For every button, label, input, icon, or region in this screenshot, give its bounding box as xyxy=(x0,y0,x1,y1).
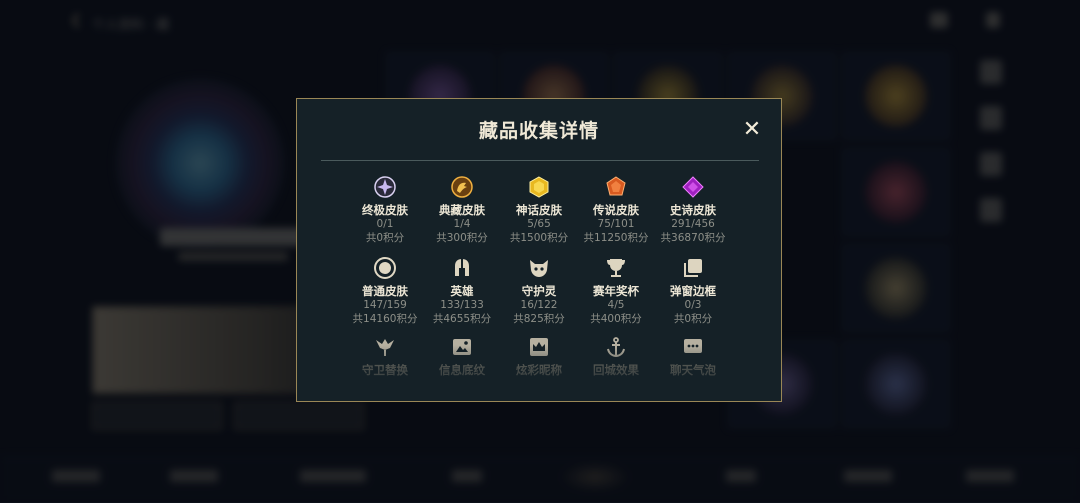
ultimate-skin-icon xyxy=(373,175,397,199)
title-divider xyxy=(321,160,759,161)
epic-skin-icon xyxy=(681,175,705,199)
chat-bubble-icon xyxy=(681,335,705,359)
champion-helmet-icon xyxy=(450,256,474,280)
common-skin-icon xyxy=(373,256,397,280)
item-label: 史诗皮肤 xyxy=(670,203,716,217)
guardian-spirit-icon xyxy=(527,256,551,280)
dialog-title: 藏品收集详情 xyxy=(478,120,599,142)
close-icon[interactable]: ✕ xyxy=(741,119,763,141)
trophy-icon xyxy=(604,256,628,280)
mythic-skin-icon xyxy=(527,175,551,199)
item-points: 共0积分 xyxy=(673,313,713,325)
collection-details-dialog: 藏品收集详情 ✕ 终极皮肤 0/1 共0积分 典藏皮肤 1/4 共300积分 神… xyxy=(296,98,782,402)
item-count: 0/3 xyxy=(684,299,702,311)
popup-frame-icon xyxy=(681,256,705,280)
crown-name-icon xyxy=(527,335,551,359)
item-count: 291/456 xyxy=(671,218,715,230)
item-points: 共36870积分 xyxy=(660,232,726,244)
collection-item-popup-frame[interactable]: 弹窗边框 0/3 共0积分 xyxy=(647,256,739,326)
legendary-skin-icon xyxy=(604,175,628,199)
collection-item-epic-skin[interactable]: 史诗皮肤 291/456 共36870积分 xyxy=(647,175,739,245)
prestige-skin-icon xyxy=(450,175,474,199)
info-card-icon xyxy=(450,335,474,359)
collection-item-chat-bubble[interactable]: 聊天气泡 xyxy=(647,335,739,377)
ward-skin-icon xyxy=(373,335,397,359)
item-label: 弹窗边框 xyxy=(670,284,716,298)
item-label: 聊天气泡 xyxy=(670,363,716,377)
recall-anchor-icon xyxy=(604,335,628,359)
